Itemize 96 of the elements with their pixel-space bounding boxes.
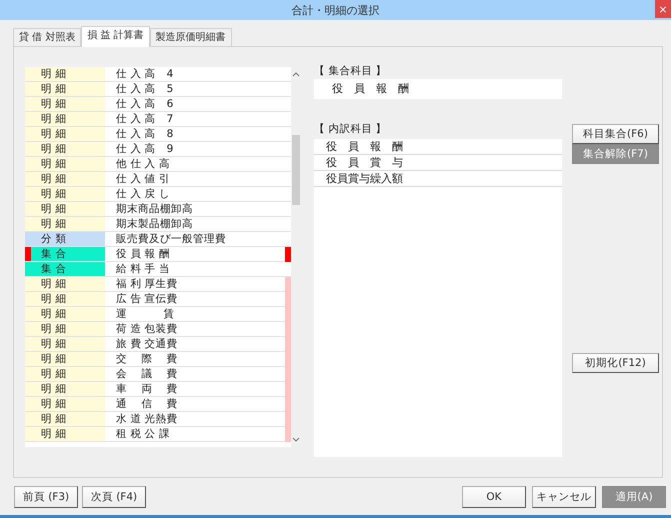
scroll-thumb[interactable] [292, 135, 300, 205]
account-name: 仕 入 値 引 [115, 172, 172, 186]
account-row[interactable]: 明 細 荷 造 包装費 [25, 322, 291, 337]
breakdown-label: 【 内訳科目 】 [314, 123, 388, 136]
account-name: 通 信 費 [115, 397, 179, 411]
account-row[interactable]: 明 細 交 際 費 [25, 352, 291, 367]
account-name: 水 道 光熱費 [115, 412, 179, 426]
account-row[interactable]: 明 細 仕 入 高 4 [25, 67, 291, 82]
account-type: 明 細 [25, 202, 105, 216]
window-title: 合計・明細の選択 [292, 2, 380, 18]
account-type: 明 細 [25, 307, 105, 321]
account-row[interactable]: 明 細 期末製品棚卸高 [25, 217, 291, 232]
account-type: 明 細 [25, 322, 105, 336]
tab[interactable]: 製造原価明細書 [150, 28, 232, 46]
account-row[interactable]: 明 細 水 道 光熱費 [25, 412, 291, 427]
account-row[interactable]: 明 細 福 利 厚生費 [25, 277, 291, 292]
scroll-up-icon[interactable] [292, 70, 300, 78]
account-row[interactable]: 明 細 期末商品棚卸高 [25, 202, 291, 217]
account-type: 分 類 [25, 232, 105, 246]
account-row[interactable]: 明 細 通 信 費 [25, 397, 291, 412]
account-type: 明 細 [25, 127, 105, 141]
account-name: 旅 費 交通費 [115, 337, 179, 351]
breakdown-item[interactable]: 役員賞与繰入額 [314, 171, 562, 187]
account-name: 交 際 費 [115, 352, 179, 366]
account-row[interactable]: 集 合 給 料 手 当 [25, 262, 291, 277]
account-name: 車 両 費 [115, 382, 179, 396]
account-name: 期末製品棚卸高 [115, 217, 194, 231]
account-type: 明 細 [25, 82, 105, 96]
account-name: 会 議 費 [115, 367, 179, 381]
selection-marker [285, 247, 291, 262]
account-type: 明 細 [25, 157, 105, 171]
group-account-field: 役 員 報 酬 [314, 79, 562, 99]
account-row[interactable]: 明 細 仕 入 高 6 [25, 97, 291, 112]
account-row[interactable]: 明 細 仕 入 戻 し [25, 187, 291, 202]
account-row[interactable]: 分 類 販売費及び一般管理費 [25, 232, 291, 247]
account-type: 明 細 [25, 97, 105, 111]
reset-button[interactable]: 初期化(F12) [572, 353, 659, 373]
account-name: 仕 入 戻 し [115, 187, 172, 201]
account-name: 仕 入 高 8 [115, 127, 174, 141]
dialog-button[interactable]: OK [462, 486, 526, 508]
account-type: 明 細 [25, 217, 105, 231]
account-name: 仕 入 高 6 [115, 97, 174, 111]
account-name: 販売費及び一般管理費 [115, 232, 227, 246]
account-type: 明 細 [25, 337, 105, 351]
breakdown-item[interactable]: 役 員 賞 与 [314, 155, 562, 171]
account-type: 明 細 [25, 382, 105, 396]
account-name: 仕 入 高 7 [115, 112, 174, 126]
close-button[interactable]: × [655, 0, 671, 18]
account-type: 集 合 [25, 262, 105, 276]
selection-marker [25, 247, 31, 261]
dialog-button[interactable]: キャンセル [532, 486, 596, 508]
account-type: 明 細 [25, 412, 105, 426]
account-name: 期末商品棚卸高 [115, 202, 194, 216]
account-row[interactable]: 明 細 広 告 宣伝費 [25, 292, 291, 307]
account-row[interactable]: 集 合 役 員 報 酬 [25, 247, 291, 262]
account-type: 明 細 [25, 67, 105, 81]
account-name: 租 税 公 課 [115, 427, 172, 441]
account-row[interactable]: 明 細 仕 入 高 9 [25, 142, 291, 157]
account-row[interactable]: 明 細 仕 入 値 引 [25, 172, 291, 187]
account-name: 広 告 宣伝費 [115, 292, 179, 306]
account-type: 明 細 [25, 397, 105, 411]
account-row[interactable]: 明 細 仕 入 高 8 [25, 127, 291, 142]
account-name: 役 員 報 酬 [115, 247, 172, 261]
account-type: 明 細 [25, 277, 105, 291]
side-button[interactable]: 科目集合(F6) [572, 124, 659, 144]
account-name: 荷 造 包装費 [115, 322, 179, 336]
account-row[interactable]: 明 細 運 賃 [25, 307, 291, 322]
account-type: 明 細 [25, 367, 105, 381]
account-type: 明 細 [25, 112, 105, 126]
account-name: 仕 入 高 4 [115, 67, 174, 81]
account-type: 明 細 [25, 427, 105, 441]
account-name: 仕 入 高 9 [115, 142, 174, 156]
account-row[interactable]: 明 細 会 議 費 [25, 367, 291, 382]
account-row[interactable]: 明 細 車 両 費 [25, 382, 291, 397]
account-name: 他 仕 入 高 [115, 157, 172, 171]
account-type: 明 細 [25, 352, 105, 366]
account-name: 運 賃 [115, 307, 176, 321]
page-button[interactable]: 前頁 (F3) [14, 486, 78, 508]
scroll-down-icon[interactable] [292, 436, 300, 444]
tab[interactable]: 貸 借 対照表 [13, 28, 82, 46]
account-type: 明 細 [25, 187, 105, 201]
account-row[interactable]: 明 細 他 仕 入 高 [25, 157, 291, 172]
account-name: 仕 入 高 5 [115, 82, 174, 96]
breakdown-item[interactable]: 役 員 報 酬 [314, 139, 562, 155]
account-row[interactable]: 明 細 旅 費 交通費 [25, 337, 291, 352]
account-type: 明 細 [25, 292, 105, 306]
account-type: 明 細 [25, 172, 105, 186]
tab[interactable]: 損 益 計算書 [81, 26, 150, 47]
group-account-label: 【 集合科目 】 [314, 65, 388, 78]
page-button[interactable]: 次頁 (F4) [82, 486, 146, 508]
account-name: 給 料 手 当 [115, 262, 172, 276]
account-row[interactable]: 明 細 仕 入 高 5 [25, 82, 291, 97]
account-name: 福 利 厚生費 [115, 277, 179, 291]
account-row[interactable]: 明 細 仕 入 高 7 [25, 112, 291, 127]
account-type: 明 細 [25, 142, 105, 156]
account-row[interactable]: 明 細 租 税 公 課 [25, 427, 291, 442]
